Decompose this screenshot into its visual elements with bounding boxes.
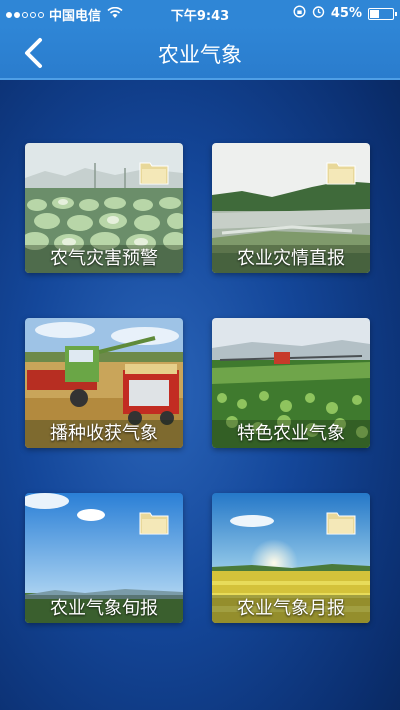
folder-icon: [326, 159, 356, 185]
status-right: 45%: [293, 5, 397, 22]
tile-label: 农业气象月报: [212, 595, 370, 623]
tile-label: 农业灾情直报: [212, 245, 370, 273]
tile-monthly-report[interactable]: 农业气象月报: [212, 493, 370, 623]
tile-label: 播种收获气象: [25, 420, 183, 448]
tile-disaster-report[interactable]: 农业灾情直报: [212, 143, 370, 273]
app-screen: 中国电信 下午9:43 45% 农业气象 农气灾害预警 农业灾情直报 播种收获气…: [0, 0, 400, 710]
alarm-icon: [312, 5, 325, 22]
folder-icon: [139, 159, 169, 185]
tile-sowing-harvest[interactable]: 播种收获气象: [25, 318, 183, 448]
battery-icon: [368, 7, 397, 20]
folder-icon: [139, 509, 169, 535]
page-title: 农业气象: [158, 43, 242, 67]
tile-label: 农业气象旬报: [25, 595, 183, 623]
tile-label: 农气灾害预警: [25, 245, 183, 273]
battery-percent: 45%: [330, 6, 362, 21]
tile-ten-day-report[interactable]: 农业气象旬报: [25, 493, 183, 623]
tile-label: 特色农业气象: [212, 420, 370, 448]
status-bar: 中国电信 下午9:43 45%: [0, 0, 400, 26]
tile-disaster-warning[interactable]: 农气灾害预警: [25, 143, 183, 273]
tile-special-agriculture[interactable]: 特色农业气象: [212, 318, 370, 448]
navigation-bar: 农业气象: [0, 26, 400, 80]
folder-icon: [326, 509, 356, 535]
rotation-lock-icon: [293, 5, 306, 22]
